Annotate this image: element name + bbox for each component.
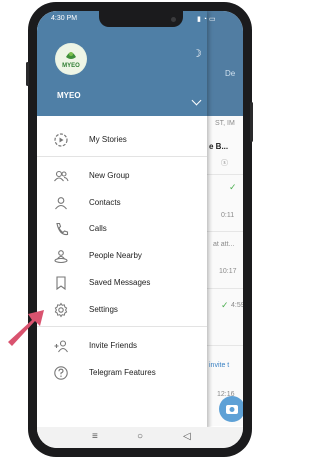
avatar-text: MYEO (62, 63, 80, 69)
menu-item-label: Invite Friends (89, 341, 138, 350)
chat-list: ST, IM e B... ⓢ ✓ 0:11 at att... 10:17 ✓… (207, 116, 243, 426)
avatar-logo: MYEO (56, 44, 86, 74)
account-name: MYEO (57, 91, 81, 100)
gear-icon (54, 302, 68, 318)
status-icons: ▮ ◔ ▭ (197, 16, 216, 23)
menu-item-label: Saved Messages (89, 278, 151, 287)
menu-item-label: My Stories (89, 135, 127, 144)
back-icon[interactable]: ◁ (183, 431, 191, 442)
add-person-icon (54, 340, 68, 353)
screen: De ST, IM e B... ⓢ ✓ 0:11 at att... 10:1… (37, 11, 243, 448)
menu-item-my-stories[interactable]: My Stories (37, 128, 207, 152)
menu-item-calls[interactable]: Calls (37, 217, 207, 241)
read-check-icon: ✓ (229, 182, 237, 192)
menu-item-telegram-features[interactable]: Telegram Features (37, 361, 207, 385)
menu-item-label: People Nearby (89, 251, 142, 260)
question-icon (54, 366, 68, 380)
power-button (250, 102, 253, 142)
menu-item-new-group[interactable]: New Group (37, 164, 207, 188)
volume-button (26, 62, 29, 86)
arrow-pointer-icon (8, 310, 44, 346)
navigation-drawer: MYEO ☽ MYEO My Stories New Group Contact… (37, 11, 207, 448)
chat-preview: ⓢ (221, 160, 228, 167)
people-nearby-icon (54, 250, 68, 264)
recent-apps-icon[interactable]: ≡ (92, 431, 98, 442)
chat-row-divider (207, 288, 243, 289)
chat-tab[interactable]: De (225, 69, 235, 78)
menu-item-settings[interactable]: Settings (37, 298, 207, 322)
menu-item-saved-messages[interactable]: Saved Messages (37, 271, 207, 295)
camera-button[interactable] (219, 396, 243, 422)
front-camera (171, 17, 176, 22)
status-time: 4:30 PM (51, 15, 78, 22)
system-nav-bar: ≡ ○ ◁ (37, 427, 243, 448)
chat-preview: at att... (213, 241, 235, 248)
camera-icon (226, 405, 238, 414)
chat-title[interactable]: e B... (209, 142, 228, 151)
menu-item-label: Settings (89, 305, 118, 314)
bookmark-icon (56, 276, 66, 291)
chat-row-divider (207, 231, 243, 232)
menu-item-people-nearby[interactable]: People Nearby (37, 244, 207, 268)
avatar[interactable]: MYEO (55, 43, 87, 75)
stories-icon (54, 133, 68, 147)
phone-frame: De ST, IM e B... ⓢ ✓ 0:11 at att... 10:1… (26, 2, 253, 457)
menu-item-label: New Group (89, 171, 130, 180)
menu-divider (37, 156, 207, 157)
chat-time: 0:11 (221, 212, 235, 219)
chat-preview: invite t (209, 362, 230, 369)
menu-item-label: Telegram Features (89, 368, 156, 377)
menu-divider (37, 326, 207, 327)
status-bar: 4:30 PM ▮ ◔ ▭ (37, 11, 243, 27)
chat-row-divider (207, 345, 243, 346)
menu-item-contacts[interactable]: Contacts (37, 191, 207, 215)
chat-time: 4:59 (231, 302, 243, 309)
contact-icon (55, 197, 67, 210)
night-mode-icon[interactable]: ☽ (192, 47, 202, 60)
chat-preview: ST, IM (215, 120, 235, 127)
chat-row-divider (207, 174, 243, 175)
read-check-icon: ✓ (221, 300, 229, 310)
home-icon[interactable]: ○ (137, 431, 143, 442)
menu-item-invite-friends[interactable]: Invite Friends (37, 334, 207, 358)
menu-item-label: Calls (89, 224, 107, 233)
group-icon (54, 170, 69, 182)
menu-item-label: Contacts (89, 198, 121, 207)
chat-time: 10:17 (219, 268, 237, 275)
phone-icon (56, 222, 69, 236)
chevron-down-icon[interactable] (191, 95, 202, 106)
